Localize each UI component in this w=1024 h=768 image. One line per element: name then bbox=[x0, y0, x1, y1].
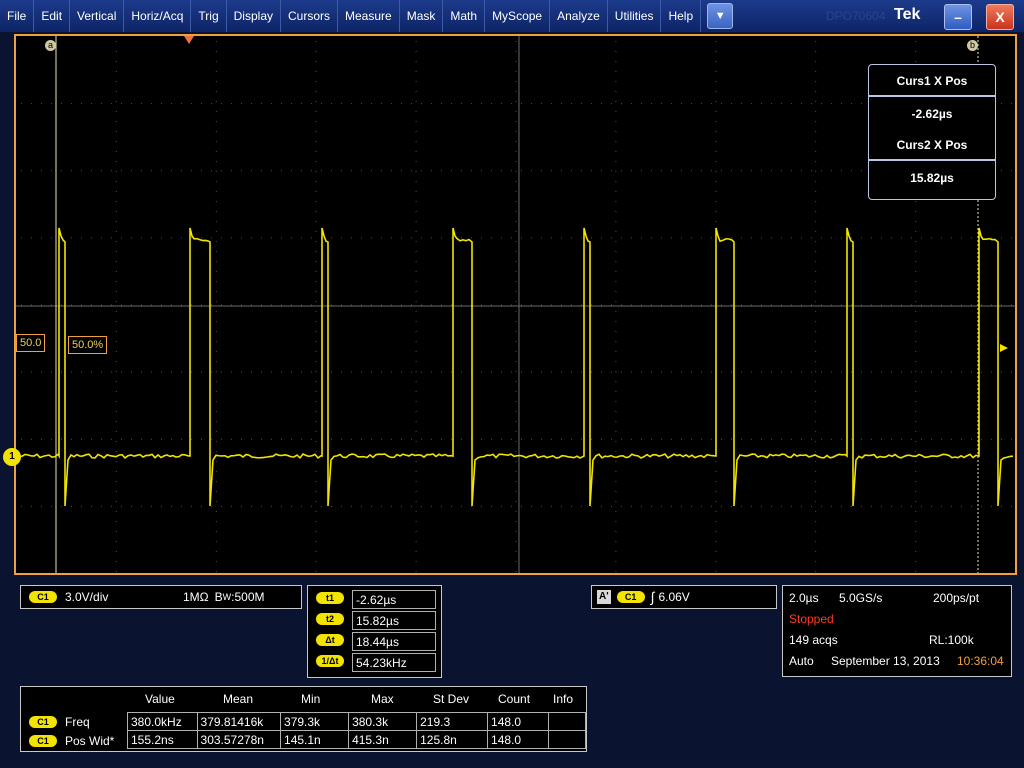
model-name: DPO70604 bbox=[826, 9, 886, 23]
bandwidth-prefix: B bbox=[214, 590, 223, 604]
table-cell: 155.2ns bbox=[127, 730, 198, 749]
acq-time: 10:36:04 bbox=[957, 654, 1004, 668]
meas-row1-channel: C1 bbox=[29, 716, 57, 728]
minimize-button[interactable]: – bbox=[944, 4, 972, 30]
header-count: Count bbox=[498, 692, 531, 706]
header-value: Value bbox=[145, 692, 175, 706]
table-cell: 125.8n bbox=[416, 730, 489, 749]
menu-mask[interactable]: Mask bbox=[400, 0, 444, 32]
menu-cursors[interactable]: Cursors bbox=[281, 0, 339, 32]
table-cell: 415.3n bbox=[348, 730, 418, 749]
input-impedance: 1MΩ bbox=[183, 590, 209, 604]
table-cell: 380.0kHz bbox=[127, 712, 198, 731]
meas-row2-name: Pos Wid* bbox=[65, 734, 115, 748]
table-cell: 148.0 bbox=[487, 712, 550, 731]
table-cell: 303.57278n bbox=[196, 730, 282, 749]
ref-level-left: 50.0 bbox=[16, 334, 46, 352]
waveform-display[interactable]: a b 50.0 50.0% bbox=[14, 34, 1017, 575]
resolution: 200ps/pt bbox=[933, 591, 980, 605]
menu-display[interactable]: Display bbox=[227, 0, 281, 32]
meas-row2-channel: C1 bbox=[29, 735, 57, 747]
curs1-label: Curs1 X Pos bbox=[869, 65, 995, 97]
menu-vertical[interactable]: Vertical bbox=[70, 0, 125, 32]
table-cell: 380.3k bbox=[348, 712, 418, 731]
channel-badge[interactable]: C1 bbox=[29, 591, 57, 603]
menu-trig[interactable]: Trig bbox=[191, 0, 227, 32]
vertical-scale: 3.0V/div bbox=[65, 590, 109, 604]
acq-state: Stopped bbox=[789, 612, 834, 626]
menu-analyze[interactable]: Analyze bbox=[550, 0, 608, 32]
header-max: Max bbox=[371, 692, 394, 706]
inv-delta-t-value: 54.23kHz bbox=[352, 653, 436, 672]
measurement-table: 380.0kHz 379.81416k 379.3k 380.3k 219.3 … bbox=[127, 712, 586, 749]
bandwidth-sub: W bbox=[222, 592, 232, 602]
menu-utilities[interactable]: Utilities bbox=[608, 0, 662, 32]
header-mean: Mean bbox=[223, 692, 254, 706]
delta-t-badge: Δt bbox=[316, 634, 344, 646]
trigger-channel-badge: C1 bbox=[616, 591, 645, 603]
measurement-row-label: C1 Pos Wid* bbox=[29, 734, 114, 748]
curs1-value: -2.62µs bbox=[911, 107, 953, 121]
table-row[interactable]: 380.0kHz 379.81416k 379.3k 380.3k 219.3 … bbox=[127, 712, 586, 731]
meas-row1-name: Freq bbox=[65, 715, 90, 729]
vertical-settings-panel[interactable]: C1 3.0V/div 1MΩ BW :500M bbox=[20, 585, 302, 609]
table-cell: 145.1n bbox=[280, 730, 350, 749]
bandwidth-value: :500M bbox=[231, 590, 265, 604]
trigger-mode: Auto bbox=[789, 654, 814, 668]
trigger-slope-icon: ∫ bbox=[650, 589, 655, 605]
cursor-a-label[interactable]: a bbox=[45, 40, 56, 51]
menu-file[interactable]: File bbox=[0, 0, 35, 32]
table-cell bbox=[548, 730, 586, 749]
table-cell: 148.0 bbox=[487, 730, 550, 749]
header-min: Min bbox=[301, 692, 321, 706]
acq-count: 149 acqs bbox=[789, 633, 838, 647]
table-cell: 219.3 bbox=[416, 712, 489, 731]
table-cell: 379.3k bbox=[280, 712, 350, 731]
table-cell bbox=[548, 712, 586, 731]
ref-level-percent: 50.0% bbox=[68, 336, 108, 354]
delta-t-value: 18.44µs bbox=[352, 632, 436, 651]
table-row[interactable]: 155.2ns 303.57278n 145.1n 415.3n 125.8n … bbox=[127, 730, 586, 749]
tek-logo: Tek bbox=[894, 6, 921, 23]
channel1-ground-marker[interactable]: 1 bbox=[3, 448, 21, 466]
menu-math[interactable]: Math bbox=[443, 0, 486, 32]
table-cell: 379.81416k bbox=[196, 712, 282, 731]
menu-dropdown-button[interactable]: ▼ bbox=[707, 3, 734, 29]
t2-badge: t2 bbox=[316, 613, 344, 625]
trigger-level: 6.06V bbox=[658, 590, 690, 604]
acq-date: September 13, 2013 bbox=[831, 654, 940, 668]
trigger-mode-badge: A' bbox=[597, 590, 611, 604]
inv-delta-t-badge: 1/Δt bbox=[316, 655, 344, 667]
trigger-position-marker[interactable] bbox=[184, 36, 194, 44]
t2-value: 15.82µs bbox=[352, 611, 436, 630]
measurement-row-label: C1 Freq bbox=[29, 715, 90, 729]
header-stdev: St Dev bbox=[433, 692, 470, 706]
curs2-value: 15.82µs bbox=[910, 171, 954, 185]
graticule-grid bbox=[16, 36, 1015, 573]
t1-value: -2.62µs bbox=[352, 590, 436, 609]
menu-help[interactable]: Help bbox=[661, 0, 702, 32]
menu-horiz-acq[interactable]: Horiz/Acq bbox=[124, 0, 192, 32]
channel1-trace bbox=[16, 227, 1014, 507]
trigger-panel[interactable]: A' C1 ∫ 6.06V bbox=[591, 585, 777, 609]
header-info: Info bbox=[553, 692, 574, 706]
curs2-label: Curs2 X Pos bbox=[869, 129, 995, 161]
timebase: 2.0µs bbox=[789, 591, 819, 605]
record-length: RL:100k bbox=[929, 633, 974, 647]
measurement-panel[interactable]: Value Mean Min Max St Dev Count Info C1 … bbox=[20, 686, 587, 752]
t1-badge: t1 bbox=[316, 592, 344, 604]
cursor-b-label[interactable]: b bbox=[967, 40, 978, 51]
acquisition-panel[interactable]: 2.0µs 5.0GS/s 200ps/pt Stopped 149 acqs … bbox=[782, 585, 1012, 677]
close-button[interactable]: X bbox=[986, 4, 1014, 30]
cursors-panel[interactable]: t1 -2.62µs t2 15.82µs Δt 18.44µs 1/Δt 54… bbox=[307, 585, 442, 678]
sample-rate: 5.0GS/s bbox=[839, 591, 883, 605]
cursor-readout-box[interactable]: Curs1 X Pos -2.62µs Curs2 X Pos 15.82µs bbox=[868, 64, 996, 200]
trigger-level-arrow[interactable] bbox=[1000, 344, 1008, 352]
menu-edit[interactable]: Edit bbox=[34, 0, 71, 32]
menu-measure[interactable]: Measure bbox=[338, 0, 400, 32]
menu-myscope[interactable]: MyScope bbox=[485, 0, 551, 32]
